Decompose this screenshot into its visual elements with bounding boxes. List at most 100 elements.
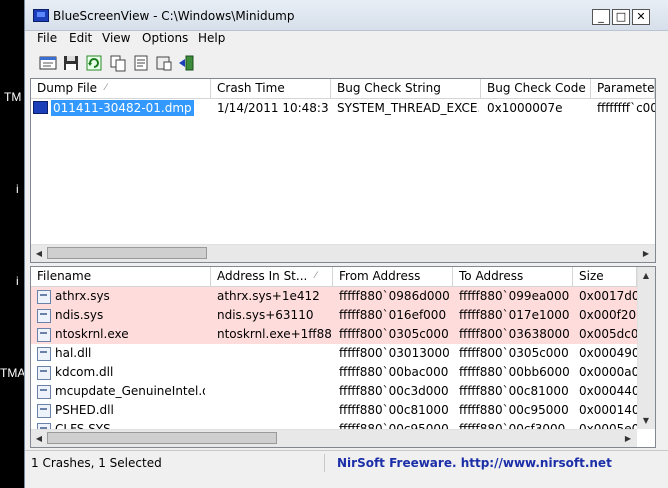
size-cell: 0x00049000 [579, 346, 637, 360]
html-report-icon[interactable] [39, 54, 57, 72]
desktop-label-3: i [16, 274, 19, 288]
from-address-cell: fffff880`00c81000 [339, 403, 449, 417]
size-cell: 0x0005e000 [579, 422, 637, 429]
refresh-icon[interactable] [85, 54, 103, 72]
bug-check-string-cell: SYSTEM_THREAD_EXCE... [337, 101, 479, 115]
address-in-stack-cell: athrx.sys+1e412 [217, 289, 320, 303]
col-dump-file[interactable]: Dump File ⁄ [31, 79, 211, 98]
scroll-right-icon[interactable]: ▶ [638, 245, 654, 262]
driver-list-header: Filename Address In St... ⁄ From Address… [31, 267, 655, 287]
from-address-cell: fffff880`016ef000 [339, 308, 447, 322]
title-bar[interactable]: BlueScreenView - C:\Windows\Minidump _ □… [25, 0, 668, 31]
minimize-button[interactable]: _ [592, 9, 610, 25]
table-row[interactable]: kdcom.dll fffff880`00bac000 fffff880`00bb6… [31, 363, 637, 382]
driver-list-vscrollbar[interactable]: ▲ ▼ [637, 267, 655, 429]
col-bug-check-string[interactable]: Bug Check String [331, 79, 481, 98]
table-row[interactable]: ndis.sys ndis.sys+63110 fffff880`016ef000 f… [31, 306, 637, 325]
toolbar [25, 50, 668, 77]
save-icon[interactable] [62, 54, 80, 72]
properties-icon[interactable] [132, 54, 150, 72]
table-row[interactable]: mcupdate_GenuineIntel.dll fffff880`00c3d0… [31, 382, 637, 401]
from-address-cell: fffff800`0305c000 [339, 327, 449, 341]
maximize-button[interactable]: □ [612, 9, 630, 25]
status-bar: 1 Crashes, 1 Selected NirSoft Freeware. … [25, 450, 668, 473]
table-row[interactable]: athrx.sys athrx.sys+1e412 fffff880`0986d00… [31, 287, 637, 306]
from-address-cell: fffff880`00c95000 [339, 422, 449, 429]
from-address-cell: fffff880`00bac000 [339, 365, 449, 379]
table-row[interactable]: 011411-30482-01.dmp 1/14/2011 10:48:38..… [31, 99, 655, 118]
table-row[interactable]: PSHED.dll fffff880`00c81000 fffff880`00c95… [31, 401, 637, 420]
address-in-stack-cell [217, 420, 331, 429]
options-icon[interactable] [155, 54, 173, 72]
sort-indicator-icon: ⁄ [105, 83, 107, 93]
filename-cell: athrx.sys [55, 289, 110, 303]
crash-list-header: Dump File ⁄ Crash Time Bug Check String … [31, 79, 655, 99]
app-icon [33, 9, 49, 22]
bug-check-code-cell: 0x1000007e [487, 101, 563, 115]
to-address-cell: fffff880`099ea000 [459, 289, 570, 303]
to-address-cell: fffff800`0305c000 [459, 346, 569, 360]
scroll-down-icon[interactable]: ▼ [638, 412, 654, 429]
from-address-cell: fffff880`0986d000 [339, 289, 450, 303]
menu-help[interactable]: Help [198, 30, 225, 49]
col-to-address[interactable]: To Address [453, 267, 573, 286]
filename-cell: hal.dll [55, 346, 92, 360]
file-icon [37, 385, 51, 399]
desktop-label-1: TM [4, 90, 22, 104]
driver-list-hscrollbar[interactable]: ◀ ▶ [31, 429, 637, 447]
size-cell: 0x000f2000 [579, 308, 637, 322]
scroll-thumb[interactable] [47, 432, 277, 444]
menu-view[interactable]: View [102, 30, 130, 49]
table-row[interactable]: ntoskrnl.exe ntoskrnl.exe+1ff888 fffff800`… [31, 325, 637, 344]
nirsoft-link[interactable]: NirSoft Freeware. http://www.nirsoft.net [337, 454, 612, 472]
close-button[interactable]: ✕ [632, 9, 650, 25]
app-window: BlueScreenView - C:\Windows\Minidump _ □… [24, 0, 668, 488]
col-filename[interactable]: Filename [31, 267, 211, 286]
table-row[interactable]: CLFS.SYS fffff880`00c95000 fffff880`00cf30… [31, 420, 637, 429]
dump-file-cell: 011411-30482-01.dmp [33, 99, 211, 118]
address-in-stack-cell [217, 344, 331, 363]
col-from-address[interactable]: From Address [333, 267, 453, 286]
col-address-in-stack[interactable]: Address In St... ⁄ [211, 267, 333, 286]
col-parameter[interactable]: Parameter [591, 79, 655, 98]
window-title: BlueScreenView - C:\Windows\Minidump [53, 9, 295, 23]
filename-cell: ndis.sys [55, 308, 104, 322]
table-row[interactable]: hal.dll fffff800`03013000 fffff800`0305c00… [31, 344, 637, 363]
crash-time-cell: 1/14/2011 10:48:38... [217, 101, 329, 115]
file-icon [37, 366, 51, 380]
scroll-right-icon[interactable]: ▶ [620, 430, 636, 447]
copy-icon[interactable] [109, 54, 127, 72]
file-icon [37, 404, 51, 418]
address-in-stack-cell: ntoskrnl.exe+1ff888 [217, 327, 331, 341]
exit-icon[interactable] [177, 54, 195, 72]
menu-edit[interactable]: Edit [69, 30, 92, 49]
menu-file[interactable]: File [37, 30, 57, 49]
parameter-cell: ffffffff`c000 [597, 101, 655, 115]
size-cell: 0x005dc000 [579, 327, 637, 341]
file-icon [37, 290, 51, 304]
dump-file-icon [33, 101, 48, 114]
col-address-in-stack-label: Address In St... [217, 269, 308, 283]
crash-list[interactable]: Dump File ⁄ Crash Time Bug Check String … [30, 78, 656, 263]
scroll-up-icon[interactable]: ▲ [638, 267, 654, 284]
desktop-label-2: i [16, 182, 19, 196]
col-size[interactable]: Size [573, 267, 637, 286]
crash-list-hscrollbar[interactable]: ◀ ▶ [31, 244, 655, 262]
to-address-cell: fffff880`00c95000 [459, 403, 569, 417]
scroll-left-icon[interactable]: ◀ [31, 245, 47, 262]
size-cell: 0x00014000 [579, 403, 637, 417]
col-crash-time[interactable]: Crash Time [211, 79, 331, 98]
scroll-thumb[interactable] [47, 247, 207, 259]
menu-bar: File Edit View Options Help [25, 30, 668, 49]
size-cell: 0x0017d000 [579, 289, 637, 303]
driver-list[interactable]: Filename Address In St... ⁄ From Address… [30, 266, 656, 448]
filename-cell: mcupdate_GenuineIntel.dll [55, 384, 205, 398]
desktop-label-4: TMA [0, 366, 26, 380]
filename-cell: PSHED.dll [55, 403, 114, 417]
status-selection: 1 Crashes, 1 Selected [25, 454, 325, 472]
menu-options[interactable]: Options [142, 30, 188, 49]
address-in-stack-cell [217, 382, 331, 401]
address-in-stack-cell: ndis.sys+63110 [217, 308, 314, 322]
col-bug-check-code[interactable]: Bug Check Code [481, 79, 591, 98]
scroll-left-icon[interactable]: ◀ [31, 430, 47, 447]
